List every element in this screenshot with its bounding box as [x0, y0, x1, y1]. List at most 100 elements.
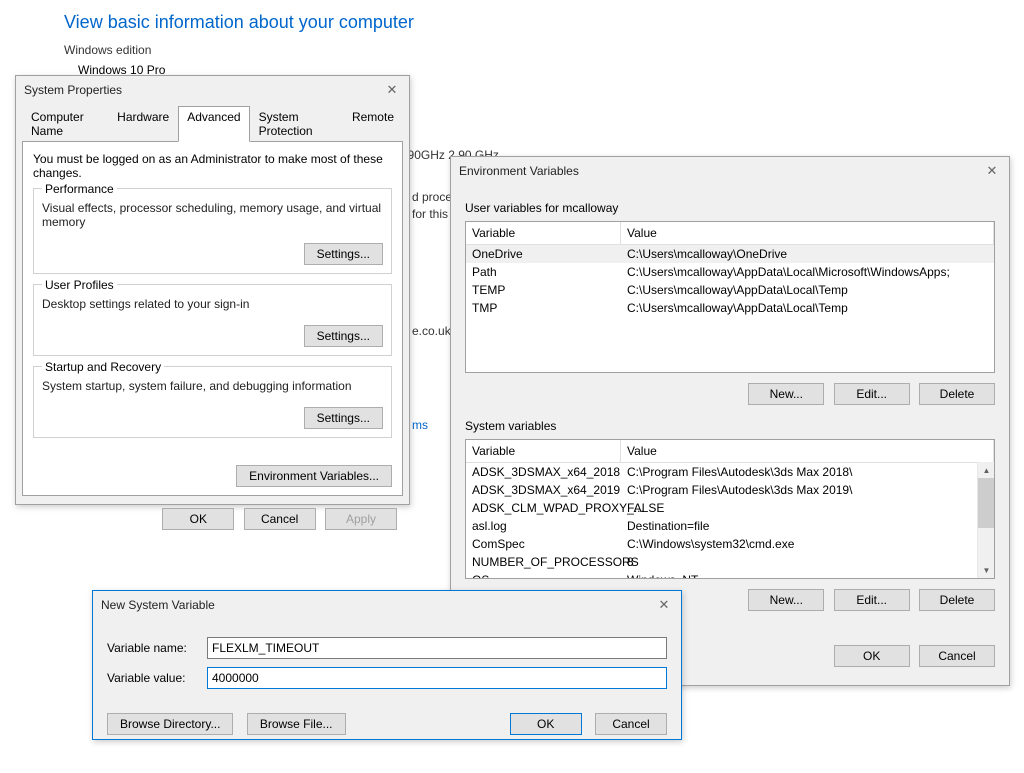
cell-variable: OneDrive	[466, 245, 621, 263]
cell-value: C:\Users\mcalloway\AppData\Local\Microso…	[621, 263, 994, 281]
tabs: Computer Name Hardware Advanced System P…	[22, 106, 403, 142]
userprofiles-fieldset: User Profiles Desktop settings related t…	[33, 284, 392, 356]
user-vars-table[interactable]: Variable Value OneDriveC:\Users\mcallowa…	[465, 221, 995, 373]
system-vars-table[interactable]: Variable Value ADSK_3DSMAX_x64_2018C:\Pr…	[465, 439, 995, 579]
ok-button[interactable]: OK	[510, 713, 582, 735]
userprofiles-settings-button[interactable]: Settings...	[304, 325, 383, 347]
system-vars-label: System variables	[465, 419, 995, 433]
table-row[interactable]: asl.logDestination=file	[466, 517, 994, 535]
ok-button[interactable]: OK	[834, 645, 910, 667]
startup-desc: System startup, system failure, and debu…	[42, 379, 383, 393]
dialog-titlebar[interactable]: System Properties ✕	[16, 76, 409, 104]
apply-button[interactable]: Apply	[325, 508, 397, 530]
cell-value: Destination=file	[621, 517, 994, 535]
system-info-background: View basic information about your comput…	[64, 12, 414, 77]
ms-snippet: ms	[412, 418, 428, 432]
cell-variable: ComSpec	[466, 535, 621, 553]
scrollbar[interactable]: ▲ ▼	[977, 462, 994, 578]
environment-variables-button[interactable]: Environment Variables...	[236, 465, 392, 487]
user-vars-label: User variables for mcalloway	[465, 201, 995, 215]
system-delete-button[interactable]: Delete	[919, 589, 995, 611]
cell-value: FALSE	[621, 499, 994, 517]
th-variable[interactable]: Variable	[466, 440, 621, 462]
dialog-titlebar[interactable]: Environment Variables ✕	[451, 157, 1009, 185]
browse-directory-button[interactable]: Browse Directory...	[107, 713, 233, 735]
cell-value: C:\Users\mcalloway\AppData\Local\Temp	[621, 299, 994, 317]
tab-panel-advanced: You must be logged on as an Administrato…	[22, 141, 403, 496]
table-row[interactable]: TEMPC:\Users\mcalloway\AppData\Local\Tem…	[466, 281, 994, 299]
cell-value: C:\Program Files\Autodesk\3ds Max 2018\	[621, 463, 994, 481]
close-icon[interactable]: ✕	[655, 597, 673, 613]
browse-file-button[interactable]: Browse File...	[247, 713, 346, 735]
close-icon[interactable]: ✕	[983, 163, 1001, 179]
user-delete-button[interactable]: Delete	[919, 383, 995, 405]
startup-fieldset: Startup and Recovery System startup, sys…	[33, 366, 392, 438]
table-header: Variable Value	[466, 222, 994, 245]
dialog-title: Environment Variables	[459, 164, 579, 178]
cell-variable: TMP	[466, 299, 621, 317]
user-new-button[interactable]: New...	[748, 383, 824, 405]
cell-value: C:\Program Files\Autodesk\3ds Max 2019\	[621, 481, 994, 499]
system-new-button[interactable]: New...	[748, 589, 824, 611]
tab-computer-name[interactable]: Computer Name	[22, 106, 108, 142]
cell-value: C:\Users\mcalloway\OneDrive	[621, 245, 994, 263]
cancel-button[interactable]: Cancel	[244, 508, 316, 530]
table-row[interactable]: PathC:\Users\mcalloway\AppData\Local\Mic…	[466, 263, 994, 281]
tab-advanced[interactable]: Advanced	[178, 106, 249, 142]
dialog-title: New System Variable	[101, 598, 215, 612]
system-properties-dialog: System Properties ✕ Computer Name Hardwa…	[15, 75, 410, 505]
windows-edition-label: Windows edition	[64, 43, 414, 57]
variable-name-input[interactable]	[207, 637, 667, 659]
close-icon[interactable]: ✕	[383, 82, 401, 98]
cell-variable: Path	[466, 263, 621, 281]
cell-value: C:\Users\mcalloway\AppData\Local\Temp	[621, 281, 994, 299]
cancel-button[interactable]: Cancel	[595, 713, 667, 735]
dialog-titlebar[interactable]: New System Variable ✕	[93, 591, 681, 619]
table-row[interactable]: TMPC:\Users\mcalloway\AppData\Local\Temp	[466, 299, 994, 317]
tab-hardware[interactable]: Hardware	[108, 106, 178, 142]
page-title: View basic information about your comput…	[64, 12, 414, 33]
scrollbar-thumb[interactable]	[978, 478, 994, 528]
new-system-variable-dialog: New System Variable ✕ Variable name: Var…	[92, 590, 682, 740]
table-row[interactable]: ADSK_CLM_WPAD_PROXY_...FALSE	[466, 499, 994, 517]
userprofiles-desc: Desktop settings related to your sign-in	[42, 297, 383, 311]
table-row[interactable]: ComSpecC:\Windows\system32\cmd.exe	[466, 535, 994, 553]
cell-variable: TEMP	[466, 281, 621, 299]
userprofiles-title: User Profiles	[42, 278, 117, 292]
scroll-up-icon[interactable]: ▲	[978, 462, 995, 478]
ok-button[interactable]: OK	[162, 508, 234, 530]
cancel-button[interactable]: Cancel	[919, 645, 995, 667]
th-value[interactable]: Value	[621, 222, 994, 244]
startup-title: Startup and Recovery	[42, 360, 164, 374]
performance-settings-button[interactable]: Settings...	[304, 243, 383, 265]
cell-value: Windows_NT	[621, 571, 994, 578]
cell-variable: asl.log	[466, 517, 621, 535]
cell-variable: NUMBER_OF_PROCESSORS	[466, 553, 621, 571]
performance-fieldset: Performance Visual effects, processor sc…	[33, 188, 392, 274]
table-header: Variable Value	[466, 440, 994, 463]
user-edit-button[interactable]: Edit...	[834, 383, 910, 405]
table-row[interactable]: OneDriveC:\Users\mcalloway\OneDrive	[466, 245, 994, 263]
variable-value-label: Variable value:	[107, 671, 207, 685]
cell-variable: ADSK_3DSMAX_x64_2018	[466, 463, 621, 481]
th-variable[interactable]: Variable	[466, 222, 621, 244]
tab-remote[interactable]: Remote	[343, 106, 403, 142]
table-row[interactable]: ADSK_3DSMAX_x64_2019C:\Program Files\Aut…	[466, 481, 994, 499]
url-snippet: e.co.uk	[412, 324, 451, 338]
dialog-footer: OK Cancel Apply	[16, 502, 403, 536]
performance-title: Performance	[42, 182, 117, 196]
scroll-down-icon[interactable]: ▼	[978, 562, 995, 578]
table-row[interactable]: NUMBER_OF_PROCESSORS8	[466, 553, 994, 571]
variable-value-input[interactable]	[207, 667, 667, 689]
table-row[interactable]: ADSK_3DSMAX_x64_2018C:\Program Files\Aut…	[466, 463, 994, 481]
system-edit-button[interactable]: Edit...	[834, 589, 910, 611]
dialog-title: System Properties	[24, 83, 122, 97]
cell-variable: ADSK_CLM_WPAD_PROXY_...	[466, 499, 621, 517]
performance-desc: Visual effects, processor scheduling, me…	[42, 201, 383, 229]
table-row[interactable]: OSWindows_NT	[466, 571, 994, 578]
startup-settings-button[interactable]: Settings...	[304, 407, 383, 429]
cell-value: C:\Windows\system32\cmd.exe	[621, 535, 994, 553]
variable-name-label: Variable name:	[107, 641, 207, 655]
tab-system-protection[interactable]: System Protection	[250, 106, 343, 142]
th-value[interactable]: Value	[621, 440, 994, 462]
